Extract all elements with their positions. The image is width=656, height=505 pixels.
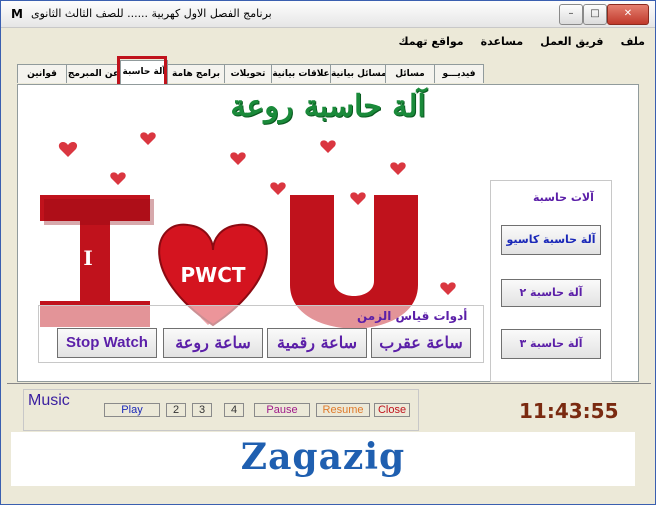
resume-button[interactable]: Resume <box>316 403 370 417</box>
page-heading: آلة حاسبة روعة <box>230 89 426 124</box>
calculator-tab-panel: آلة حاسبة روعة I PWCT U آلات حاسبة آلة ح… <box>17 84 639 382</box>
tab-about[interactable]: عن المبرمج <box>66 64 121 83</box>
tab-conversions[interactable]: تحويلات <box>224 64 272 83</box>
calculator-3-button[interactable]: آلة حاسبة ٣ <box>501 329 601 359</box>
digital-clock-button[interactable]: ساعة رقمية <box>267 328 367 358</box>
casio-calculator-button[interactable]: آلة حاسبة كاسيو <box>501 225 601 255</box>
track-4-button[interactable]: 4 <box>224 403 244 417</box>
tab-video[interactable]: فيديـــو <box>434 64 484 83</box>
track-3-button[interactable]: 3 <box>192 403 212 417</box>
app-icon: M <box>11 7 23 21</box>
tab-strip: قوانين عن المبرمج آلة حاسبة برامج هامة ت… <box>17 60 487 85</box>
tab-graph-problems[interactable]: مسائل بيانية <box>330 64 386 83</box>
music-close-button[interactable]: Close <box>374 403 410 417</box>
minimize-button[interactable]: – <box>559 4 583 25</box>
calculators-group: آلات حاسبة آلة حاسبة كاسيو آلة حاسبة ٢ آ… <box>490 180 612 382</box>
digital-clock: 11:43:55 <box>519 399 619 423</box>
tab-graph-relations[interactable]: علاقات بيانية <box>271 64 331 83</box>
stopwatch-button[interactable]: Stop Watch <box>57 328 157 358</box>
calculator-2-button[interactable]: آلة حاسبة ٢ <box>501 279 601 307</box>
tab-problems[interactable]: مسائل <box>385 64 435 83</box>
menu-sites[interactable]: مواقع تهمك <box>393 33 470 50</box>
tab-laws[interactable]: قوانين <box>17 64 67 83</box>
main-window: M برنامج الفصل الاول كهربية ...... للصف … <box>0 0 656 505</box>
letter-u: U <box>345 226 362 250</box>
calculators-title: آلات حاسبة <box>533 191 594 204</box>
menu-help[interactable]: مساعدة <box>475 33 530 50</box>
section-divider <box>7 383 651 384</box>
menu-file[interactable]: ملف <box>615 33 651 50</box>
menu-team[interactable]: فريق العمل <box>534 33 609 50</box>
time-tools-title: أدوات قياس الزمن <box>357 309 468 323</box>
footer-banner: Zagazig <box>11 432 635 486</box>
fancy-clock-button[interactable]: ساعة روعة <box>163 328 263 358</box>
play-button[interactable]: Play <box>104 403 160 417</box>
music-player: Music Play 2 3 4 Pause Resume Close <box>23 389 419 431</box>
tab-programs[interactable]: برامج هامة <box>167 64 225 83</box>
pause-button[interactable]: Pause <box>254 403 310 417</box>
music-label: Music <box>28 392 70 409</box>
close-button[interactable]: ✕ <box>607 4 649 25</box>
title-bar[interactable]: M برنامج الفصل الاول كهربية ...... للصف … <box>1 1 655 28</box>
track-2-button[interactable]: 2 <box>166 403 186 417</box>
maximize-button[interactable]: □ <box>583 4 607 25</box>
analog-clock-button[interactable]: ساعة عقرب <box>371 328 471 358</box>
footer-text: Zagazig <box>240 436 406 478</box>
time-tools-group: أدوات قياس الزمن ساعة عقرب ساعة رقمية سا… <box>38 305 484 363</box>
menu-bar: ملف فريق العمل مساعدة مواقع تهمك <box>7 30 651 48</box>
window-title: برنامج الفصل الاول كهربية ...... للصف ال… <box>31 7 272 20</box>
heart-text: PWCT <box>180 263 245 287</box>
letter-i: I <box>83 246 92 270</box>
